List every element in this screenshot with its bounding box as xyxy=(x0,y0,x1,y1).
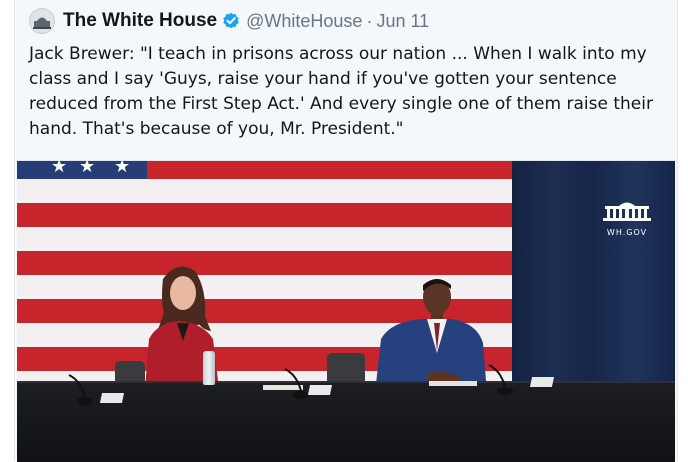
microphone-icon xyxy=(68,374,93,405)
tweet-header: The White House @WhiteHouse · Jun 11 xyxy=(29,8,429,34)
watermark-text: WH.GOV xyxy=(606,228,648,237)
separator-dot: · xyxy=(366,10,373,31)
tweet-card[interactable]: The White House @WhiteHouse · Jun 11 Jac… xyxy=(14,0,678,462)
wh-gov-watermark: WH.GOV xyxy=(599,199,655,237)
avatar[interactable] xyxy=(29,8,55,34)
user-handle[interactable]: @WhiteHouse xyxy=(246,11,362,32)
white-house-avatar-icon xyxy=(31,10,53,32)
tweet-media-image[interactable]: ★ ★ ★ WH.GOV xyxy=(17,160,675,462)
man-panelist xyxy=(375,279,487,393)
nameplate xyxy=(99,393,125,403)
microphone-icon xyxy=(284,368,309,399)
flag-canton: ★ ★ ★ xyxy=(17,161,147,179)
star-icon: ★ xyxy=(79,160,96,176)
white-house-logo-icon xyxy=(603,202,651,221)
star-icon: ★ xyxy=(114,160,131,176)
verified-badge-icon xyxy=(222,12,240,30)
nameplate xyxy=(307,385,333,395)
tweet-date[interactable]: Jun 11 xyxy=(376,11,429,32)
tweet-text: Jack Brewer: "I teach in prisons across … xyxy=(29,44,653,139)
water-bottle xyxy=(203,351,215,385)
paper-sheet xyxy=(429,381,477,386)
display-name[interactable]: The White House xyxy=(63,10,217,32)
nameplate xyxy=(529,377,555,387)
star-icon: ★ xyxy=(51,160,68,176)
woman-panelist xyxy=(145,266,219,389)
microphone-icon xyxy=(488,364,513,395)
